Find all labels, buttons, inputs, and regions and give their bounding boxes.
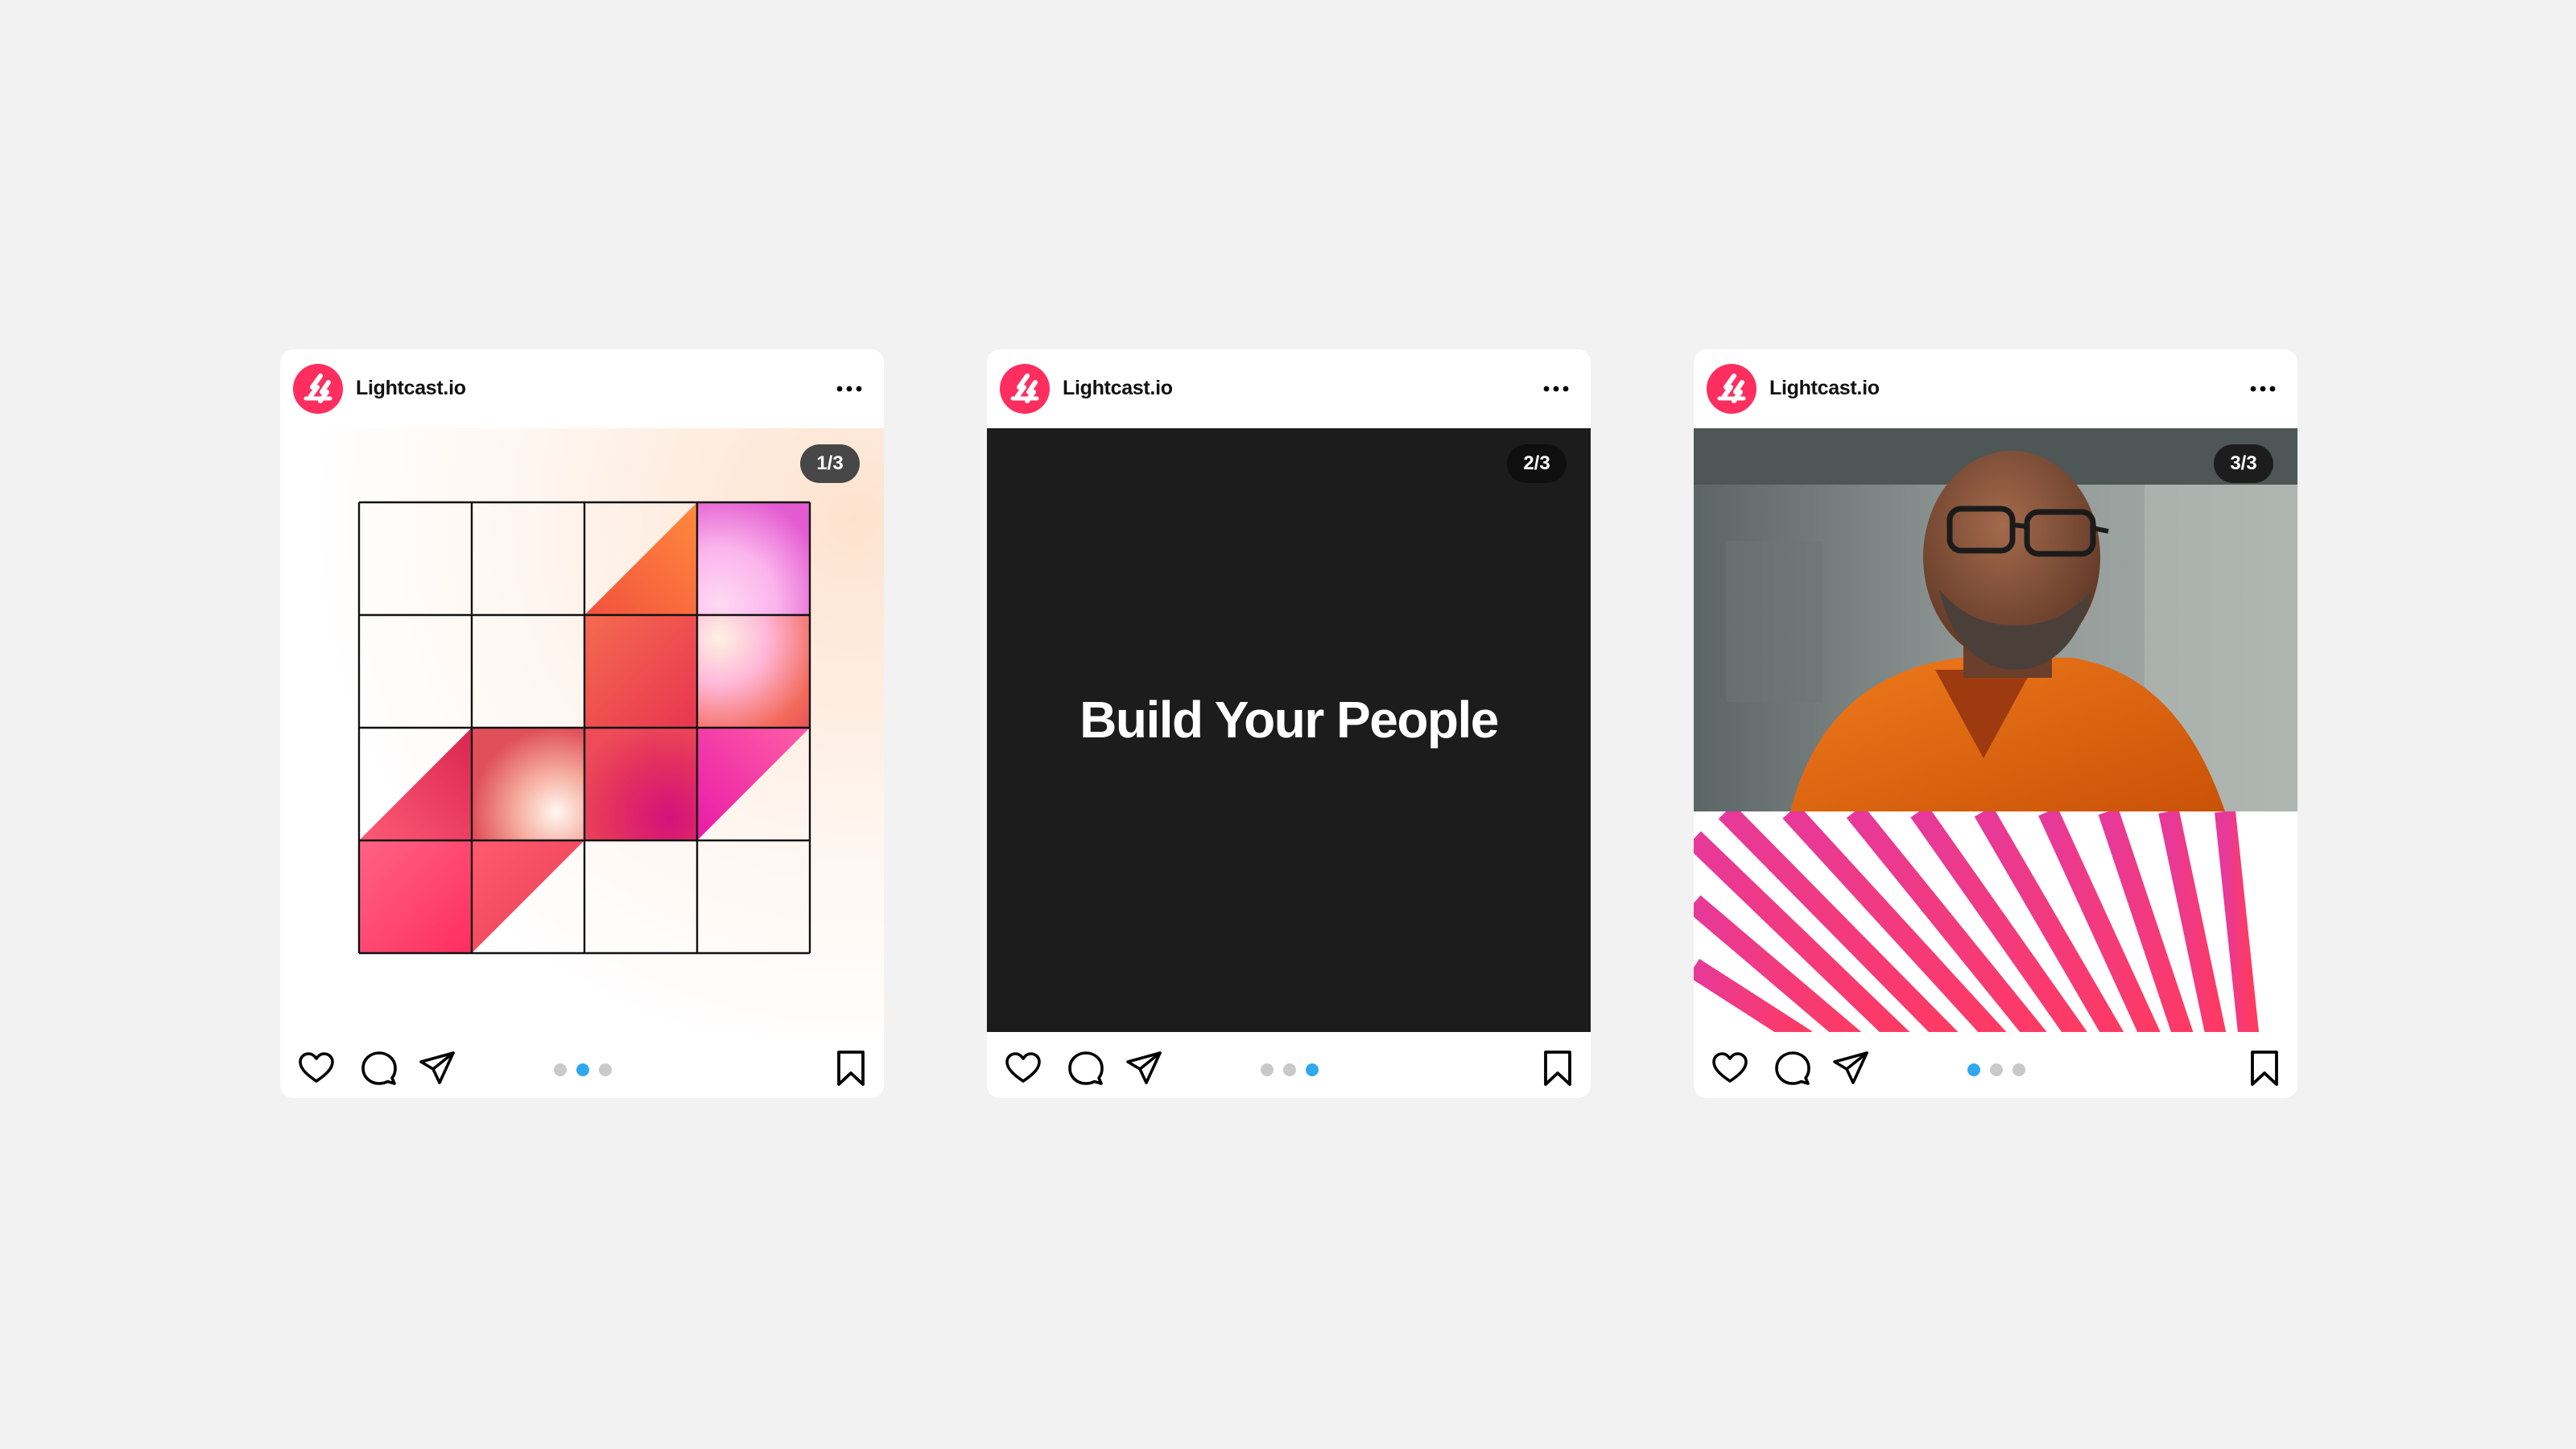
lightcast-logo-icon[interactable] xyxy=(293,364,343,414)
carousel-dot[interactable] xyxy=(1967,1063,1980,1076)
more-icon[interactable] xyxy=(2249,378,2277,399)
heart-icon[interactable] xyxy=(1003,1048,1043,1088)
post-media[interactable] xyxy=(1694,428,2297,1032)
heart-icon[interactable] xyxy=(1710,1048,1750,1088)
carousel-dots xyxy=(554,1063,612,1076)
carousel-dot[interactable] xyxy=(1306,1063,1319,1076)
comment-icon[interactable] xyxy=(1773,1048,1813,1088)
page-indicator-badge: 2/3 xyxy=(1507,444,1567,483)
carousel-dot[interactable] xyxy=(2013,1063,2025,1076)
post-actions xyxy=(1694,1032,2297,1098)
lightcast-logo-icon[interactable] xyxy=(1000,364,1050,414)
post-header: Lightcast.io xyxy=(987,349,1591,428)
portrait-photo xyxy=(1694,428,2297,1032)
carousel-post-3: Lightcast.io 3/3 xyxy=(1694,349,2297,1098)
account-name[interactable]: Lightcast.io xyxy=(1063,377,1173,400)
carousel-dots xyxy=(1261,1063,1319,1076)
carousel-dot[interactable] xyxy=(554,1063,567,1076)
grid-tile xyxy=(359,840,472,953)
share-icon[interactable] xyxy=(417,1048,457,1088)
share-icon[interactable] xyxy=(1831,1048,1871,1088)
bookmark-icon[interactable] xyxy=(831,1048,871,1088)
post-actions xyxy=(280,1032,884,1098)
carousel-post-1: Lightcast.io 1/3 xyxy=(280,349,884,1098)
comment-icon[interactable] xyxy=(1066,1048,1106,1088)
account-name[interactable]: Lightcast.io xyxy=(1769,377,1880,400)
post-header: Lightcast.io xyxy=(1694,349,2297,428)
page-indicator-badge: 3/3 xyxy=(2214,444,2273,483)
post-media[interactable] xyxy=(280,428,884,1032)
bookmark-icon[interactable] xyxy=(2244,1048,2285,1088)
carousel-dots xyxy=(1967,1063,2025,1076)
carousel-dot[interactable] xyxy=(1990,1063,2003,1076)
bookmark-icon[interactable] xyxy=(1538,1048,1578,1088)
carousel-dot[interactable] xyxy=(1261,1063,1274,1076)
grid-tile xyxy=(584,615,697,728)
account-name[interactable]: Lightcast.io xyxy=(356,377,466,400)
page-indicator-badge: 1/3 xyxy=(800,444,860,483)
grid-tile xyxy=(697,615,810,728)
carousel-dot[interactable] xyxy=(1283,1063,1296,1076)
grid-tile xyxy=(584,728,697,840)
more-icon[interactable] xyxy=(836,378,863,399)
share-icon[interactable] xyxy=(1124,1048,1164,1088)
carousel-post-2: Lightcast.io Build Your People 2/3 xyxy=(987,349,1591,1098)
post-header: Lightcast.io xyxy=(280,349,884,428)
lightcast-logo-icon[interactable] xyxy=(1707,364,1757,414)
grid-tile xyxy=(472,728,584,840)
carousel-dot[interactable] xyxy=(599,1063,612,1076)
comment-icon[interactable] xyxy=(359,1048,399,1088)
more-icon[interactable] xyxy=(1542,378,1570,399)
post-media[interactable]: Build Your People xyxy=(987,428,1591,1032)
heart-icon[interactable] xyxy=(296,1048,336,1088)
slide-headline: Build Your People xyxy=(1080,691,1499,749)
grid-tile xyxy=(697,502,810,615)
post-actions xyxy=(987,1032,1591,1098)
gradient-grid-artwork xyxy=(280,428,884,1032)
carousel-dot[interactable] xyxy=(576,1063,589,1076)
